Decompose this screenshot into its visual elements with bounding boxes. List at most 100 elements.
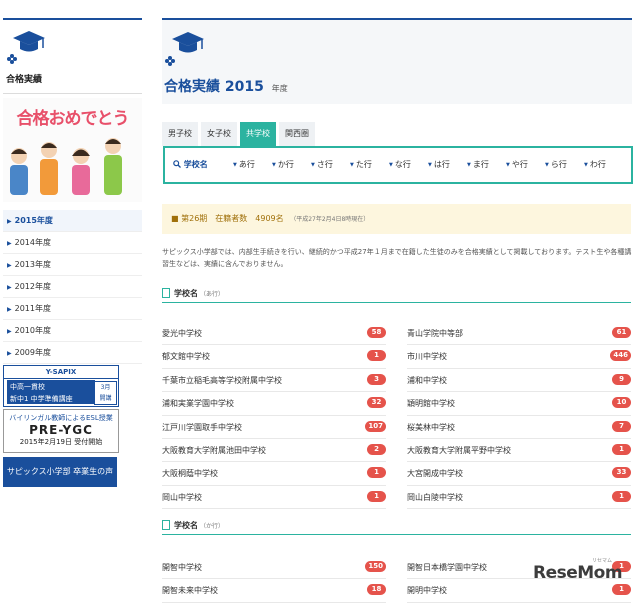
page-title-year: 2015 [224, 79, 264, 95]
year-item-2015[interactable]: ▶ 2015年度 [3, 210, 142, 232]
resemom-watermark-small: リセマム [592, 558, 613, 564]
section-header-ka: 学校名 （か行） [162, 520, 631, 535]
page-header: 合格実績 2015 年度 [162, 18, 632, 104]
year-item-2009[interactable]: ▶ 2009年度 [3, 342, 142, 364]
year-item-2013[interactable]: ▶ 2013年度 [3, 254, 142, 276]
result-row[interactable]: 浦和実業学園中学校 32 [162, 392, 386, 416]
category-tabs: 男子校 女子校 共学校 関西圏 [162, 122, 318, 146]
count-badge: 33 [612, 467, 631, 479]
count-badge: 2 [367, 443, 386, 455]
year-item-2011[interactable]: ▶ 2011年度 [3, 298, 142, 320]
result-row[interactable]: 岡山白陵中学校 1 [407, 486, 631, 510]
arrow-right-icon: ▶ [7, 284, 12, 291]
index-link-sa[interactable]: ▼ さ行 [311, 159, 333, 170]
count-badge: 150 [365, 561, 386, 572]
arrow-right-icon: ▶ [7, 306, 12, 313]
result-row[interactable]: 穎明館中学校 10 [407, 392, 631, 416]
notice-note: （平成27年2月4日8時現在） [290, 216, 370, 223]
triangle-down-icon: ▼ [311, 162, 315, 168]
index-link-ma[interactable]: ▼ ま行 [467, 159, 489, 170]
ysapix-ad-banner[interactable]: Y-SAPIX 中高一貫校 新中1 中学準備講座 3月 開講 [3, 365, 119, 407]
book-icon [162, 520, 170, 530]
result-row[interactable]: 岡山中学校 1 [162, 486, 386, 510]
notice-text: 第26期 在籍者数 4909名 [181, 214, 284, 223]
arrow-right-icon: ▶ [7, 240, 12, 247]
section-header-a: 学校名 （あ行） [162, 288, 631, 303]
ad-badge: 3月 開講 [94, 381, 117, 405]
arrow-right-icon: ▶ [7, 328, 12, 335]
result-row[interactable]: 浦和中学校 9 [407, 369, 631, 393]
ad-text: 中高一貫校 新中1 中学準備講座 [7, 380, 95, 404]
graduation-cap-icon [13, 31, 45, 52]
result-row[interactable]: 開智中学校 150 [162, 556, 386, 580]
index-link-ra[interactable]: ▼ ら行 [545, 159, 567, 170]
tab-boys-school[interactable]: 男子校 [162, 122, 198, 146]
count-badge: 3 [367, 373, 386, 385]
index-link-ta[interactable]: ▼ た行 [350, 159, 372, 170]
result-row[interactable]: 大阪教育大学附属池田中学校 2 [162, 439, 386, 463]
description-text: サピックス小学部では、内部生手続きを行い、継続的かつ平成27年１月まで在籍した生… [162, 248, 632, 268]
tab-kansai[interactable]: 関西圏 [279, 122, 315, 146]
search-icon [173, 160, 184, 169]
search-label: 学校名 [173, 159, 208, 170]
ad-brand: Y-SAPIX [4, 366, 118, 379]
result-row[interactable]: 市川中学校 446 [407, 345, 631, 369]
year-list: ▶ 2015年度 ▶ 2014年度 ▶ 2013年度 ▶ 2012年度 ▶ 2011年度 … [3, 210, 142, 364]
pre-ygc-ad-banner[interactable]: バイリンガル教師によるESL授業 PRE-YGC 2015年2月19日 受付開始 [3, 409, 119, 453]
children-illustration [10, 138, 122, 195]
year-item-2014[interactable]: ▶ 2014年度 [3, 232, 142, 254]
triangle-down-icon: ▼ [350, 162, 354, 168]
triangle-down-icon: ▼ [389, 162, 393, 168]
index-link-ka[interactable]: ▼ か行 [272, 159, 294, 170]
triangle-down-icon: ▼ [584, 162, 588, 168]
result-row[interactable]: 青山学院中等部 61 [407, 322, 631, 346]
index-link-wa[interactable]: ▼ わ行 [584, 159, 606, 170]
index-link-ya[interactable]: ▼ や行 [506, 159, 528, 170]
count-badge: 107 [365, 420, 386, 432]
result-row[interactable]: 大阪桐蔭中学校 1 [162, 462, 386, 486]
sidebar: 合格実績 合格おめでとう ▶ 2015年度 ▶ 2014年度 ▶ 2013年度 … [0, 0, 142, 602]
flower-icon [7, 54, 17, 64]
arrow-right-icon: ▶ [7, 218, 12, 225]
result-row[interactable]: 大宮開成中学校 33 [407, 462, 631, 486]
count-badge: 1 [367, 350, 386, 362]
year-item-2012[interactable]: ▶ 2012年度 [3, 276, 142, 298]
graduates-voice-button[interactable]: サピックス小学部 卒業生の声 [3, 457, 117, 487]
triangle-down-icon: ▼ [233, 162, 237, 168]
page-title: 合格実績 2015 年度 [164, 79, 288, 95]
triangle-down-icon: ▼ [428, 162, 432, 168]
count-badge: 1 [612, 490, 631, 502]
count-badge: 7 [612, 420, 631, 432]
year-item-2010[interactable]: ▶ 2010年度 [3, 320, 142, 342]
index-link-a[interactable]: ▼ あ行 [233, 159, 255, 170]
result-row[interactable]: 千葉市立稲毛高等学校附属中学校 3 [162, 369, 386, 393]
result-row[interactable]: 大阪教育大学附属平野中学校 1 [407, 439, 631, 463]
count-badge: 1 [612, 584, 631, 596]
flower-icon [165, 56, 175, 66]
result-row[interactable]: 開智未来中学校 18 [162, 579, 386, 603]
count-badge: 1 [367, 490, 386, 502]
graduation-cap-icon [172, 32, 204, 53]
result-row[interactable]: 桜美林中学校 7 [407, 416, 631, 439]
count-badge: 1 [612, 443, 631, 455]
index-link-ha[interactable]: ▼ は行 [428, 159, 450, 170]
index-link-na[interactable]: ▼ な行 [389, 159, 411, 170]
count-badge: 10 [612, 397, 631, 409]
arrow-right-icon: ▶ [7, 350, 12, 357]
sidebar-header: 合格実績 [3, 18, 142, 94]
resemom-watermark: ReseMom [533, 563, 623, 583]
count-badge: 18 [367, 584, 386, 596]
result-row[interactable]: 郁文館中学校 1 [162, 345, 386, 369]
count-badge: 9 [612, 373, 631, 385]
triangle-down-icon: ▼ [272, 162, 276, 168]
tab-coed-school[interactable]: 共学校 [240, 122, 276, 146]
count-badge: 1 [367, 467, 386, 479]
book-icon [162, 288, 170, 298]
school-index-bar: 学校名 ▼ あ行 ▼ か行 ▼ さ行 ▼ た行 ▼ な行 ▼ は行 ▼ ま行 ▼ や行 ▼ ら行 … [163, 146, 633, 184]
congratulations-banner[interactable]: 合格おめでとう [3, 98, 142, 202]
result-row[interactable]: 江戸川学園取手中学校 107 [162, 416, 386, 439]
tab-girls-school[interactable]: 女子校 [201, 122, 237, 146]
result-row[interactable]: 愛光中学校 58 [162, 322, 386, 346]
results-left-column-a: 愛光中学校 58 郁文館中学校 1 千葉市立稲毛高等学校附属中学校 3 浦和実業学園中… [162, 322, 386, 510]
results-left-column-ka: 開智中学校 150 開智未来中学校 18 [162, 556, 386, 603]
